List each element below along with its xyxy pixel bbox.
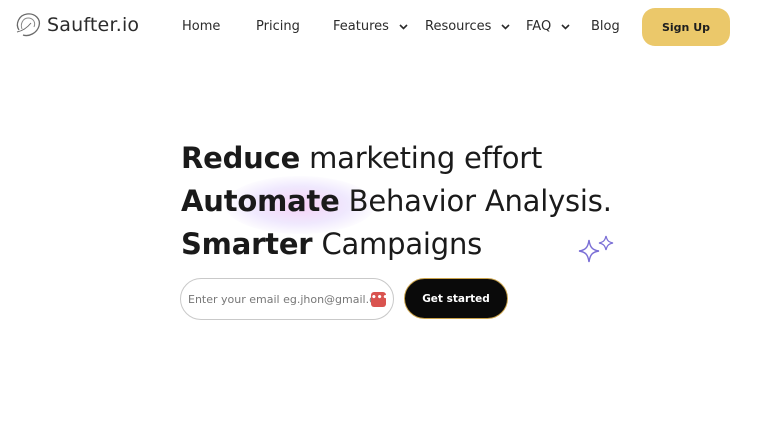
brand-logo[interactable]: Saufter.io (13, 10, 139, 40)
hero-line-1: Reduce marketing effort (181, 141, 542, 175)
hero-line-3-rest: Campaigns (312, 227, 483, 261)
hero-line-3-bold: Smarter (181, 227, 313, 261)
nav-blog[interactable]: Blog (591, 19, 620, 34)
hero-line-1-rest: marketing effort (300, 141, 543, 175)
email-field-wrapper: ••• (180, 278, 394, 320)
sign-up-button[interactable]: Sign Up (642, 8, 730, 46)
nav-pricing-label: Pricing (256, 19, 300, 34)
hero-line-1-bold: Reduce (181, 141, 301, 175)
password-manager-icon[interactable]: ••• (371, 292, 388, 307)
hero-line-3: Smarter Campaigns (181, 227, 482, 261)
get-started-button[interactable]: Get started (404, 278, 508, 319)
nav-faq[interactable]: FAQ (526, 19, 570, 34)
logo-mark-icon (16, 13, 41, 37)
chevron-down-icon (501, 23, 510, 30)
hero-line-2-rest: Behavior Analysis. (339, 184, 612, 218)
nav-faq-label: FAQ (526, 19, 552, 34)
hero-line-2: Automate Behavior Analysis. (181, 184, 612, 218)
sparkles-icon (578, 235, 614, 263)
nav-features-label: Features (333, 19, 389, 34)
nav-resources[interactable]: Resources (425, 19, 510, 34)
hero-line-2-bold: Automate (181, 184, 340, 218)
chevron-down-icon (399, 23, 408, 30)
chevron-down-icon (561, 23, 570, 30)
brand-name: Saufter.io (47, 14, 140, 36)
landing-page: Saufter.io Home Pricing Features Resourc… (0, 0, 768, 421)
nav-resources-label: Resources (425, 19, 492, 34)
nav-features[interactable]: Features (333, 19, 408, 34)
nav-home[interactable]: Home (182, 19, 220, 34)
nav-pricing[interactable]: Pricing (256, 19, 300, 34)
nav-home-label: Home (182, 19, 221, 34)
email-input[interactable] (188, 292, 372, 306)
nav-blog-label: Blog (591, 19, 620, 34)
